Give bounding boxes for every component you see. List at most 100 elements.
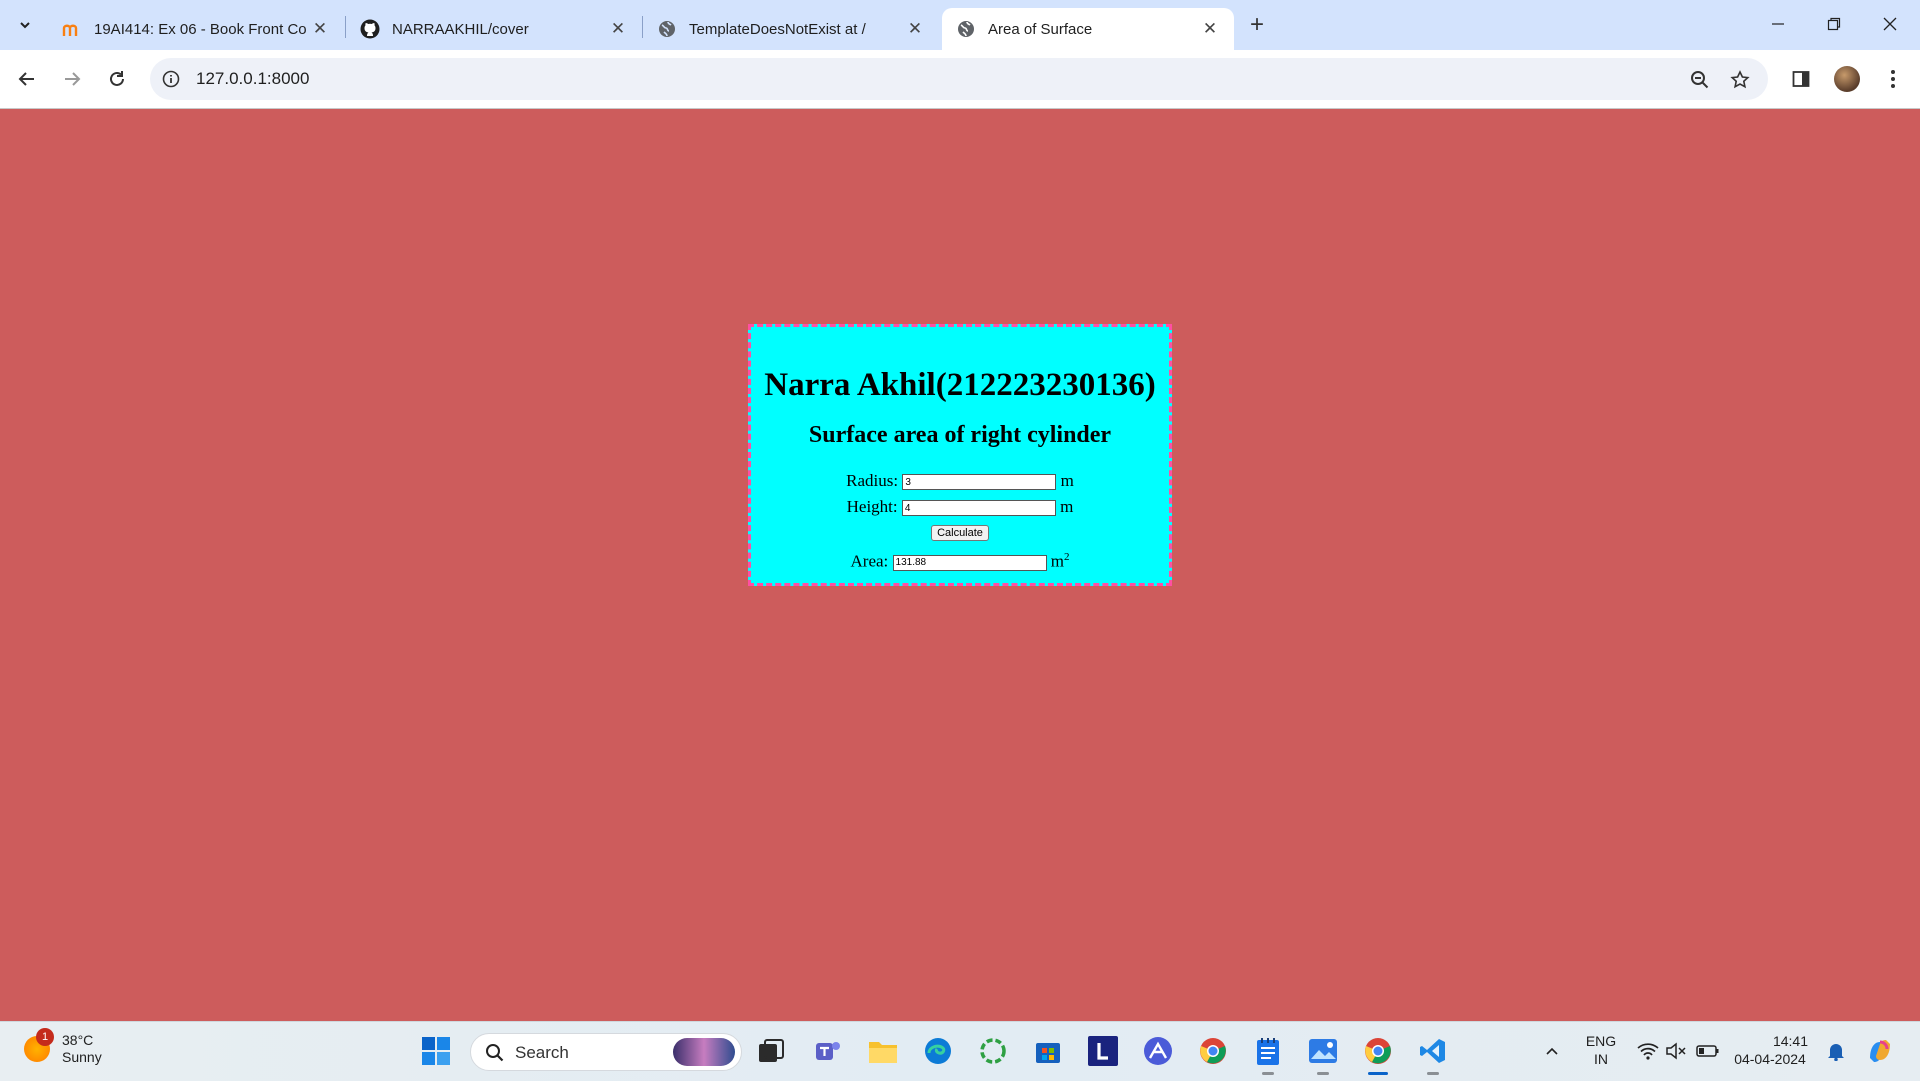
calculate-button[interactable]: Calculate bbox=[931, 525, 989, 541]
weather-widget[interactable]: 1 38°C Sunny bbox=[24, 1028, 102, 1066]
running-indicator bbox=[1427, 1072, 1439, 1075]
copilot-button[interactable] bbox=[1862, 1033, 1898, 1069]
height-row: Height: m bbox=[751, 497, 1169, 519]
edge-icon bbox=[925, 1038, 951, 1064]
loop-icon bbox=[980, 1038, 1006, 1064]
area-output[interactable] bbox=[892, 554, 1047, 571]
profile-button[interactable] bbox=[1830, 62, 1864, 96]
edge-app[interactable] bbox=[920, 1033, 956, 1069]
volume-muted-icon bbox=[1666, 1042, 1686, 1060]
search-highlight-image bbox=[673, 1038, 735, 1066]
store-app[interactable] bbox=[1030, 1033, 1066, 1069]
tab-area-of-surface[interactable]: Area of Surface ✕ bbox=[942, 8, 1234, 50]
more-vertical-icon bbox=[1891, 70, 1895, 88]
tab-strip: 19AI414: Ex 06 - Book Front Co ✕ NARRAAK… bbox=[0, 0, 1920, 50]
side-panel-button[interactable] bbox=[1784, 62, 1818, 96]
restore-button[interactable] bbox=[1806, 0, 1862, 48]
arrow-left-icon bbox=[18, 72, 34, 86]
task-view-button[interactable] bbox=[753, 1033, 789, 1069]
l-app[interactable] bbox=[1085, 1033, 1121, 1069]
page-title: Narra Akhil(212223230136) bbox=[764, 367, 1156, 403]
radius-row: Radius: m bbox=[751, 471, 1169, 493]
taskbar: 1 38°C Sunny Search ENG IN 14:41 04-04-2… bbox=[0, 1021, 1920, 1081]
chrome-app[interactable] bbox=[1195, 1033, 1231, 1069]
forward-button[interactable] bbox=[55, 62, 89, 96]
menu-button[interactable] bbox=[1876, 62, 1910, 96]
close-icon bbox=[1883, 17, 1897, 31]
minimize-icon bbox=[1772, 23, 1784, 25]
restore-icon bbox=[1827, 17, 1841, 31]
bookmark-star-icon[interactable] bbox=[1728, 68, 1752, 92]
running-indicator bbox=[1317, 1072, 1329, 1075]
height-input[interactable] bbox=[901, 500, 1056, 517]
language-code: ENG bbox=[1585, 1033, 1617, 1049]
notifications-button[interactable] bbox=[1818, 1033, 1854, 1069]
moodle-icon bbox=[62, 19, 82, 39]
globe-icon bbox=[956, 19, 976, 39]
close-window-button[interactable] bbox=[1862, 0, 1918, 48]
calculator-card: Narra Akhil(212223230136) Surface area o… bbox=[748, 324, 1172, 586]
tab-title: NARRAAKHIL/cover bbox=[392, 20, 529, 38]
chevron-up-icon bbox=[1546, 1047, 1558, 1055]
vscode-icon bbox=[1420, 1039, 1445, 1063]
letter-l-icon bbox=[1088, 1036, 1118, 1066]
chrome-icon bbox=[1200, 1038, 1226, 1064]
volume-status[interactable] bbox=[1658, 1033, 1694, 1069]
file-explorer-app[interactable] bbox=[865, 1033, 901, 1069]
close-icon[interactable]: ✕ bbox=[905, 19, 925, 39]
clock[interactable]: 14:41 04-04-2024 bbox=[1732, 1032, 1808, 1068]
github-icon bbox=[360, 19, 380, 39]
start-button[interactable] bbox=[418, 1033, 454, 1069]
close-icon[interactable]: ✕ bbox=[310, 19, 330, 39]
back-button[interactable] bbox=[10, 62, 44, 96]
notepad-app[interactable] bbox=[1250, 1033, 1286, 1075]
triangle-app[interactable] bbox=[1140, 1033, 1176, 1069]
taskbar-search[interactable]: Search bbox=[470, 1033, 742, 1071]
address-bar[interactable]: 127.0.0.1:8000 bbox=[150, 58, 1768, 100]
area-row: Area: m2 bbox=[751, 551, 1169, 573]
reload-button[interactable] bbox=[100, 62, 134, 96]
side-panel-icon bbox=[1792, 71, 1810, 87]
chrome-icon bbox=[1365, 1038, 1391, 1064]
photos-icon bbox=[1309, 1039, 1337, 1063]
height-label: Height: bbox=[846, 497, 898, 516]
page-subtitle: Surface area of right cylinder bbox=[808, 422, 1112, 448]
button-row: Calculate bbox=[751, 523, 1169, 547]
area-unit: m bbox=[1050, 551, 1064, 571]
zoom-icon[interactable] bbox=[1688, 68, 1712, 92]
clock-date: 04-04-2024 bbox=[1734, 1051, 1806, 1067]
vscode-app[interactable] bbox=[1415, 1033, 1451, 1075]
copilot-icon bbox=[1870, 1040, 1890, 1062]
site-info-icon[interactable] bbox=[160, 68, 182, 90]
teams-icon bbox=[816, 1042, 840, 1060]
weather-temperature: 38°C bbox=[62, 1032, 94, 1048]
show-hidden-icons-button[interactable] bbox=[1534, 1033, 1570, 1069]
active-indicator bbox=[1368, 1072, 1388, 1075]
teams-app[interactable] bbox=[810, 1033, 846, 1069]
area-unit-exponent: 2 bbox=[1064, 551, 1070, 563]
notepad-icon bbox=[1257, 1038, 1279, 1065]
chrome-app-active[interactable] bbox=[1360, 1033, 1396, 1075]
tab-github[interactable]: NARRAAKHIL/cover ✕ bbox=[346, 8, 642, 50]
new-tab-button[interactable]: + bbox=[1242, 10, 1272, 40]
running-indicator bbox=[1262, 1072, 1274, 1075]
close-icon[interactable]: ✕ bbox=[608, 19, 628, 39]
language-indicator[interactable]: ENG IN bbox=[1578, 1032, 1624, 1068]
radius-input[interactable] bbox=[902, 474, 1057, 491]
tab-moodle[interactable]: 19AI414: Ex 06 - Book Front Co ✕ bbox=[48, 8, 344, 50]
search-icon bbox=[486, 1044, 504, 1062]
photos-app[interactable] bbox=[1305, 1033, 1341, 1075]
triangle-logo-icon bbox=[1144, 1037, 1172, 1065]
store-icon bbox=[1036, 1043, 1060, 1063]
tab-search-button[interactable] bbox=[10, 10, 40, 40]
tab-template-error[interactable]: TemplateDoesNotExist at / ✕ bbox=[643, 8, 939, 50]
arrow-right-icon bbox=[65, 72, 81, 86]
url-text[interactable]: 127.0.0.1:8000 bbox=[196, 69, 309, 89]
battery-status[interactable] bbox=[1690, 1033, 1726, 1069]
folder-icon bbox=[869, 1042, 897, 1063]
close-icon[interactable]: ✕ bbox=[1200, 19, 1220, 39]
language-region: IN bbox=[1594, 1051, 1608, 1067]
clock-time: 14:41 bbox=[1772, 1033, 1808, 1049]
minimize-button[interactable] bbox=[1750, 0, 1806, 48]
circle-app[interactable] bbox=[975, 1033, 1011, 1069]
